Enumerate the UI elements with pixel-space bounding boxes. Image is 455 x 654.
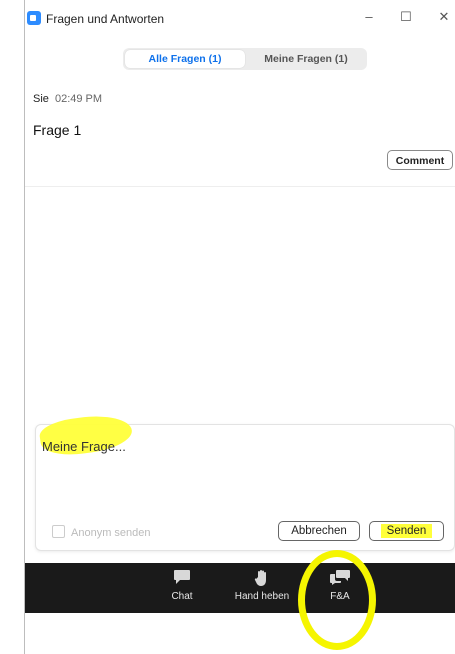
question-time: 02:49 PM <box>54 93 103 105</box>
maximize-button[interactable]: ☐ <box>396 9 416 25</box>
zoom-app-icon <box>27 11 41 25</box>
anonymous-checkbox[interactable]: Anonym senden <box>52 525 151 539</box>
window-title: Fragen und Antworten <box>46 12 165 26</box>
tab-all-questions[interactable]: Alle Fragen (1) <box>125 50 245 68</box>
title-bar: Fragen und Antworten – ☐ ✕ <box>25 0 455 38</box>
highlight-circle <box>298 550 376 650</box>
meeting-toolbar: Chat Hand heben F&A <box>25 563 455 613</box>
question-text: Frage 1 <box>33 122 82 138</box>
question-author: Sie <box>33 93 49 105</box>
toolbar-raise-hand[interactable]: Hand heben <box>227 569 297 602</box>
toolbar-chat[interactable]: Chat <box>147 569 217 602</box>
checkbox-icon <box>52 525 65 538</box>
cancel-button[interactable]: Abbrechen <box>278 521 360 541</box>
send-button[interactable]: Senden <box>369 521 444 541</box>
anonymous-label: Anonym senden <box>71 527 151 539</box>
minimize-button[interactable]: – <box>359 9 379 24</box>
tab-my-questions[interactable]: Meine Fragen (1) <box>247 50 365 68</box>
send-label: Senden <box>380 524 433 538</box>
chat-label: Chat <box>171 591 193 602</box>
question-input[interactable]: Meine Frage... <box>42 439 126 454</box>
question-tabs: Alle Fragen (1) Meine Fragen (1) <box>123 48 367 70</box>
question-meta: Sie 02:49 PM <box>33 93 102 105</box>
hand-icon <box>227 569 297 587</box>
raise-hand-label: Hand heben <box>234 591 290 602</box>
chat-icon <box>147 569 217 587</box>
close-button[interactable]: ✕ <box>434 9 454 25</box>
question-compose-box: Meine Frage... Anonym senden Abbrechen S… <box>35 410 455 551</box>
qa-window: Fragen und Antworten – ☐ ✕ Alle Fragen (… <box>24 0 455 654</box>
comment-button[interactable]: Comment <box>387 150 453 170</box>
divider <box>25 186 455 187</box>
